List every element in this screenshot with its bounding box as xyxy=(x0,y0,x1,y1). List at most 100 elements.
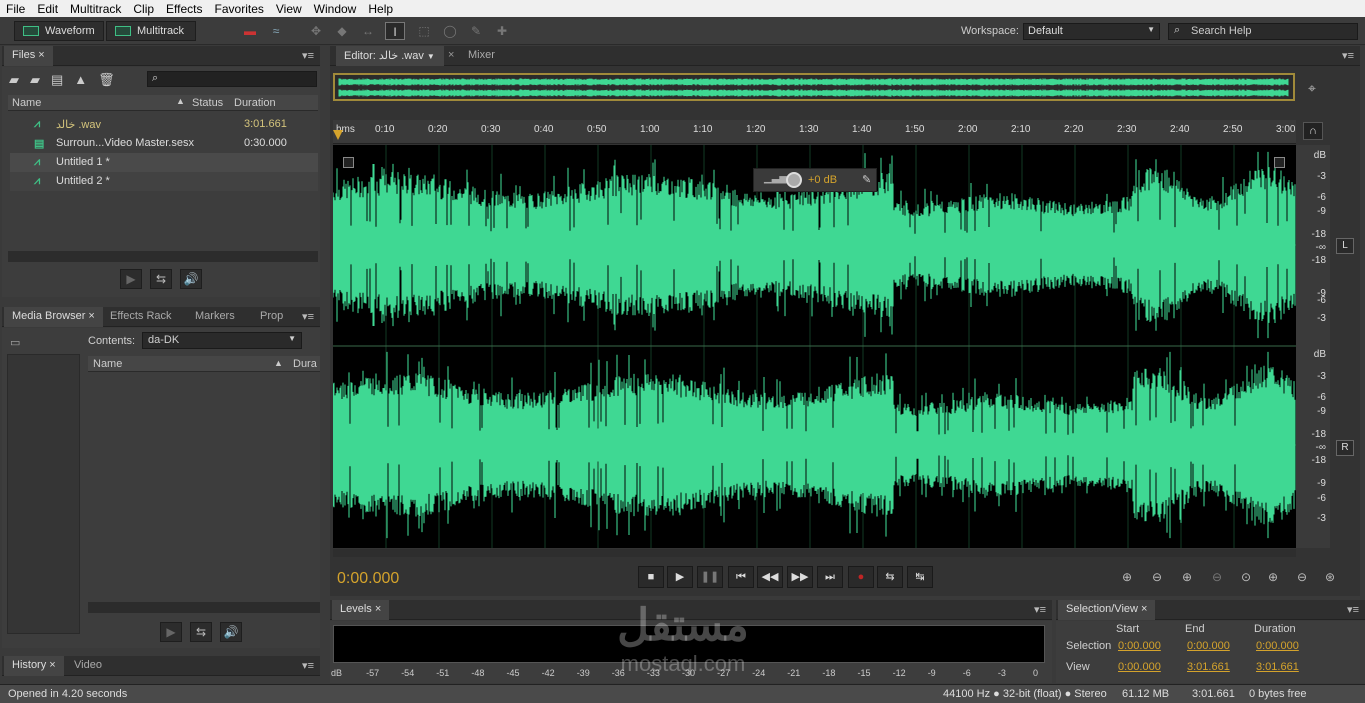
media-hscrollbar[interactable] xyxy=(88,602,320,613)
zoom-out-full-icon[interactable]: ⊙ xyxy=(1241,570,1251,584)
editor-hscrollbar[interactable] xyxy=(333,549,1296,557)
tab-history[interactable]: History × xyxy=(4,656,64,676)
tab-editor[interactable]: Editor: خالد .wav ▼ xyxy=(336,46,444,66)
menu-edit[interactable]: Edit xyxy=(31,2,64,16)
gain-knob[interactable] xyxy=(786,172,802,188)
tab-files[interactable]: Files × xyxy=(4,46,53,66)
skip-selection-button[interactable]: ↹ xyxy=(907,566,933,588)
new-file-icon[interactable]: ▤ xyxy=(51,72,74,87)
menu-effects[interactable]: Effects xyxy=(160,2,208,16)
media-tree[interactable] xyxy=(7,354,80,634)
fade-out-handle[interactable] xyxy=(1274,157,1285,168)
selection-duration[interactable]: 0:00.000 xyxy=(1256,640,1299,652)
menu-multitrack[interactable]: Multitrack xyxy=(64,2,127,16)
spectral-display-icon[interactable]: ▬ xyxy=(240,22,260,40)
panel-menu-icon[interactable]: ▾≡ xyxy=(302,659,314,672)
menu-window[interactable]: Window xyxy=(308,2,363,16)
skip-back-button[interactable]: ⏮ xyxy=(728,566,754,588)
pitch-display-icon[interactable]: ≈ xyxy=(266,22,286,40)
waveform-button[interactable]: Waveform xyxy=(14,21,104,41)
menu-view[interactable]: View xyxy=(270,2,308,16)
tab-properties[interactable]: Prop xyxy=(252,307,291,327)
fast-forward-button[interactable]: ▶▶ xyxy=(787,566,813,588)
panel-menu-icon[interactable]: ▾≡ xyxy=(1034,603,1046,616)
menu-file[interactable]: File xyxy=(0,2,31,16)
zoom-out-time-icon[interactable]: ⊖ xyxy=(1212,570,1222,584)
panel-menu-icon[interactable]: ▾≡ xyxy=(1342,49,1354,62)
gain-hud[interactable]: ▁▃▅ +0 dB ✎ xyxy=(753,168,877,192)
tab-media-browser[interactable]: Media Browser × xyxy=(4,307,103,327)
import-file-icon[interactable]: ▰ xyxy=(30,72,51,87)
workspace-select[interactable]: Default xyxy=(1023,23,1160,40)
tab-selection-view[interactable]: Selection/View × xyxy=(1058,600,1156,620)
tab-effects-rack[interactable]: Effects Rack xyxy=(102,307,180,327)
file-row[interactable]: ⩘ Untitled 2 * xyxy=(10,172,318,191)
menu-favorites[interactable]: Favorites xyxy=(209,2,270,16)
selection-end[interactable]: 0:00.000 xyxy=(1187,640,1230,652)
col-name[interactable]: Name xyxy=(12,97,41,109)
col-duration[interactable]: Duration xyxy=(234,97,276,109)
play-icon[interactable]: ▶ xyxy=(160,622,182,642)
tab-video[interactable]: Video xyxy=(66,656,110,676)
autoplay-icon[interactable]: 🔊 xyxy=(220,622,242,642)
razor-tool-icon[interactable]: ◆ xyxy=(332,22,352,40)
headphones-icon[interactable]: ∩ xyxy=(1303,122,1323,140)
loop-button[interactable]: ⇆ xyxy=(877,566,903,588)
brush-tool-icon[interactable]: ✎ xyxy=(466,22,486,40)
files-filter-input[interactable]: ⌕ xyxy=(147,71,317,87)
view-end[interactable]: 3:01.661 xyxy=(1187,661,1230,673)
tab-levels[interactable]: Levels × xyxy=(332,600,390,620)
marquee-tool-icon[interactable]: ⬚ xyxy=(414,22,434,40)
overview-navigator[interactable] xyxy=(333,73,1295,101)
col-duration[interactable]: Dura xyxy=(293,358,317,370)
slip-tool-icon[interactable]: ↔ xyxy=(358,22,378,40)
move-tool-icon[interactable]: ✥ xyxy=(306,22,326,40)
skip-forward-button[interactable]: ⏭ xyxy=(817,566,843,588)
panel-menu-icon[interactable]: ▾≡ xyxy=(1347,603,1359,616)
menu-clip[interactable]: Clip xyxy=(127,2,160,16)
lasso-tool-icon[interactable]: ◯ xyxy=(440,22,460,40)
time-selection-tool-icon[interactable]: I xyxy=(385,22,405,40)
play-button[interactable]: ▶ xyxy=(667,566,693,588)
view-duration[interactable]: 3:01.661 xyxy=(1256,661,1299,673)
stop-button[interactable]: ■ xyxy=(638,566,664,588)
spot-healing-tool-icon[interactable]: ✚ xyxy=(492,22,512,40)
waveform-display[interactable] xyxy=(332,145,1296,548)
current-time[interactable]: 0:00.000 xyxy=(337,570,399,588)
playhead-marker[interactable] xyxy=(333,130,343,140)
view-start[interactable]: 0:00.000 xyxy=(1118,661,1161,673)
contents-select[interactable]: da-DK ▼ xyxy=(142,332,302,349)
rewind-button[interactable]: ◀◀ xyxy=(757,566,783,588)
tab-mixer[interactable]: Mixer xyxy=(460,46,503,66)
files-hscrollbar[interactable] xyxy=(8,251,318,262)
drive-icon[interactable]: ▭ xyxy=(10,336,20,349)
menu-help[interactable]: Help xyxy=(362,2,399,16)
close-file-icon[interactable]: 🗑 xyxy=(98,72,126,87)
zoom-out-amplitude-icon[interactable]: ⊖ xyxy=(1152,570,1162,584)
multitrack-button[interactable]: Multitrack xyxy=(106,21,196,41)
gain-value[interactable]: +0 dB xyxy=(808,174,837,186)
zoom-selection-icon[interactable]: ⊛ xyxy=(1325,570,1335,584)
zoom-in-point-icon[interactable]: ⊕ xyxy=(1268,570,1278,584)
file-row[interactable]: ⩘ خالد .wav 3:01.661 xyxy=(10,115,318,134)
insert-into-multitrack-icon[interactable]: ▲ xyxy=(74,72,98,87)
channel-right-toggle[interactable]: R xyxy=(1336,440,1354,456)
play-icon[interactable]: ▶ xyxy=(120,269,142,289)
channel-left-toggle[interactable]: L xyxy=(1336,238,1354,254)
loop-icon[interactable]: ⇆ xyxy=(190,622,212,642)
file-row[interactable]: ▤ Surroun...Video Master.sesx 0:30.000 xyxy=(10,134,318,153)
panel-menu-icon[interactable]: ▾≡ xyxy=(302,49,314,62)
time-ruler[interactable]: hms 0:10 0:20 0:30 0:40 0:50 1:00 1:10 1:20 1:30 1… xyxy=(333,120,1296,144)
open-file-icon[interactable]: ▰ xyxy=(9,72,30,87)
pin-icon[interactable]: ✎ xyxy=(862,173,871,186)
zoom-in-time-icon[interactable]: ⊕ xyxy=(1182,570,1192,584)
fade-in-handle[interactable] xyxy=(343,157,354,168)
record-button[interactable]: ● xyxy=(848,566,874,588)
col-status[interactable]: Status xyxy=(192,97,223,109)
zoom-navigator-icon[interactable]: ⌖ xyxy=(1308,80,1316,97)
file-row[interactable]: ⩘ Untitled 1 * xyxy=(10,153,318,172)
search-help-input[interactable]: ⌕ Search Help xyxy=(1168,23,1358,40)
panel-menu-icon[interactable]: ▾≡ xyxy=(302,310,314,323)
zoom-out-point-icon[interactable]: ⊖ xyxy=(1297,570,1307,584)
close-icon[interactable]: × xyxy=(448,49,454,61)
